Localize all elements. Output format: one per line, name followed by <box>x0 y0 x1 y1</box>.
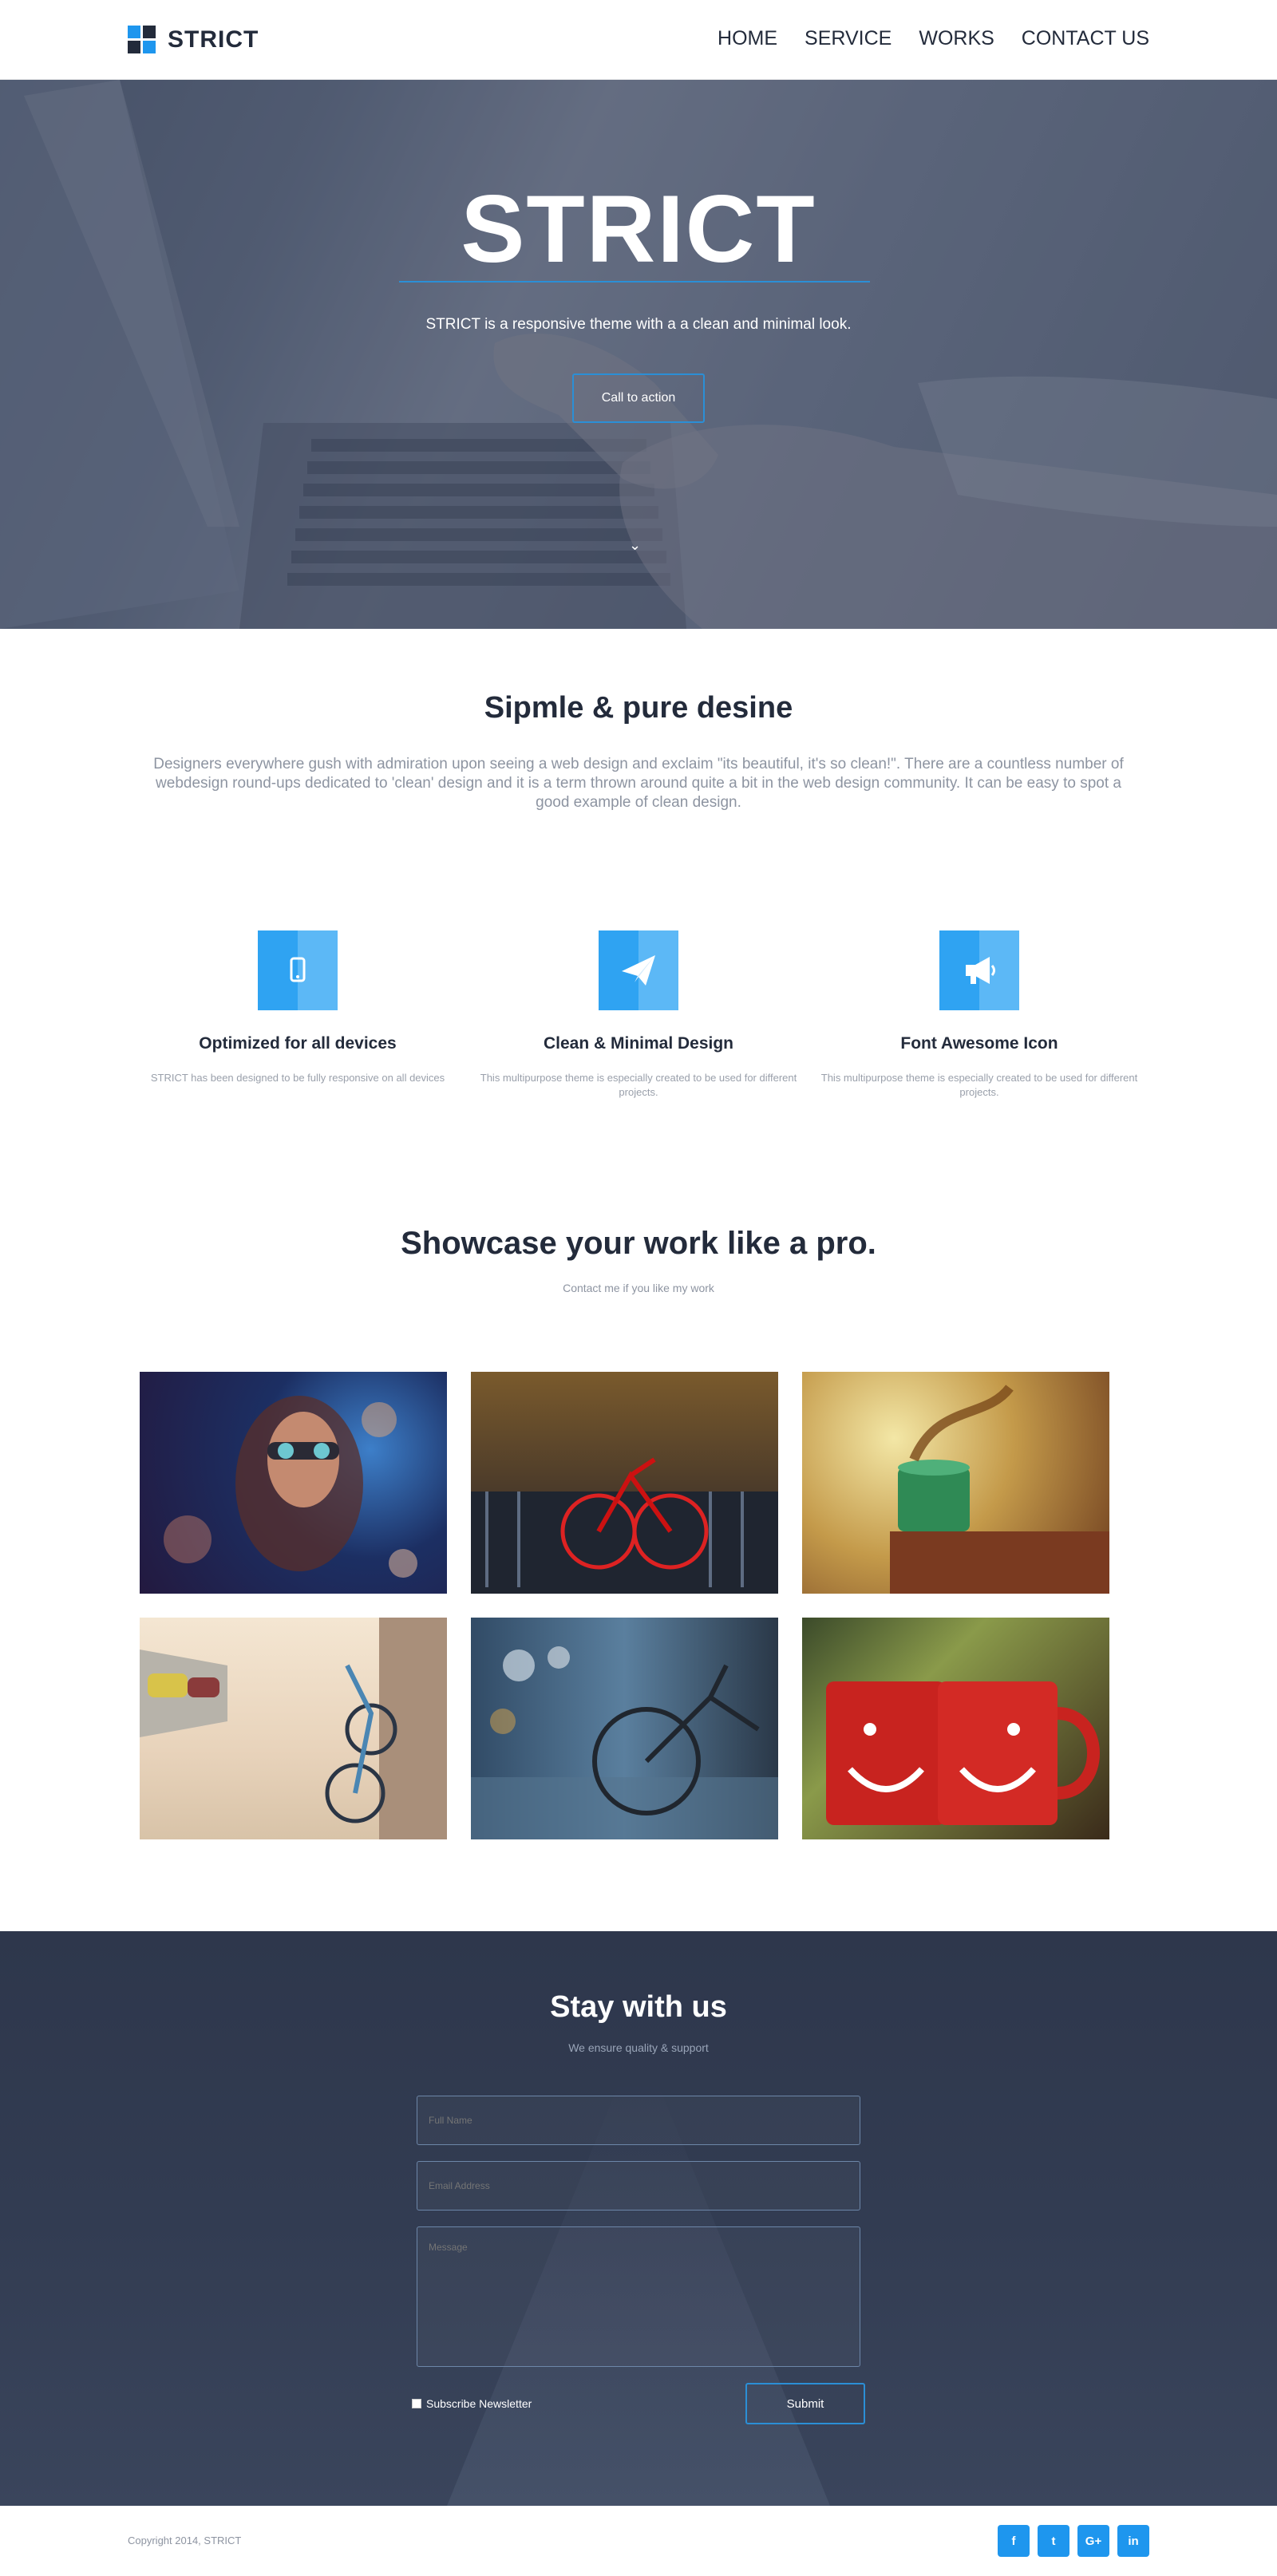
feature-devices: Optimized for all devices STRICT has bee… <box>130 930 465 1085</box>
call-to-action-button[interactable]: Call to action <box>572 373 705 423</box>
hero-title: STRICT <box>461 176 816 282</box>
feature-design: Clean & Minimal Design This multipurpose… <box>471 930 806 1100</box>
portfolio-item[interactable] <box>140 1372 447 1594</box>
showcase-subtitle: Contact me if you like my work <box>563 1282 714 1294</box>
portfolio-item[interactable] <box>140 1618 447 1839</box>
megaphone-icon <box>939 930 1019 1010</box>
contact-section: Stay with us We ensure quality & support… <box>0 1931 1277 2506</box>
social-links: f t G+ in <box>998 2525 1149 2557</box>
copyright-text: Copyright 2014, STRICT <box>128 2535 242 2546</box>
hero-section: STRICT STRICT is a responsive theme with… <box>0 80 1277 629</box>
portfolio-item[interactable] <box>471 1372 778 1594</box>
feature-title: Optimized for all devices <box>199 1034 397 1053</box>
portfolio-item[interactable] <box>471 1618 778 1839</box>
subscribe-checkbox[interactable]: Subscribe Newsletter <box>412 2397 532 2410</box>
hero-subtitle: STRICT is a responsive theme with a a cl… <box>425 316 852 333</box>
portfolio-image <box>471 1457 778 1594</box>
intro-text: Designers everywhere gush with admiratio… <box>153 756 1124 811</box>
chevron-down-icon[interactable]: ⌄ <box>629 537 641 554</box>
showcase-title: Showcase your work like a pro. <box>401 1226 876 1261</box>
brand-name: STRICT <box>168 26 259 53</box>
linkedin-icon[interactable]: in <box>1117 2525 1149 2557</box>
email-field[interactable] <box>417 2161 860 2211</box>
portfolio-image <box>140 1618 447 1839</box>
nav-contact-us[interactable]: CONTACT US <box>1022 27 1149 50</box>
brand-logo[interactable]: STRICT <box>128 26 259 54</box>
portfolio-image <box>471 1646 778 1839</box>
portfolio-image <box>826 1681 1100 1825</box>
page-footer: Copyright 2014, STRICT f t G+ in <box>0 2506 1277 2576</box>
twitter-icon[interactable]: t <box>1038 2525 1069 2557</box>
feature-text: This multipurpose theme is especially cr… <box>820 1072 1138 1098</box>
feature-text: STRICT has been designed to be fully res… <box>150 1072 445 1084</box>
checkbox-icon[interactable] <box>412 2399 421 2408</box>
feature-title: Clean & Minimal Design <box>543 1034 734 1053</box>
message-field[interactable] <box>417 2226 860 2367</box>
feature-icons: Font Awesome Icon This multipurpose them… <box>812 930 1147 1100</box>
feature-text: This multipurpose theme is especially cr… <box>480 1072 797 1098</box>
portfolio-item[interactable] <box>802 1618 1109 1839</box>
main-menu: HOME SERVICE WORKS CONTACT US <box>718 27 1149 50</box>
contact-subtitle: We ensure quality & support <box>568 2041 709 2054</box>
contact-title: Stay with us <box>550 1990 727 2024</box>
nav-service[interactable]: SERVICE <box>805 27 892 50</box>
nav-home[interactable]: HOME <box>718 27 777 50</box>
logo-squares-icon <box>128 26 156 54</box>
hero-divider <box>399 281 870 282</box>
fullname-field[interactable] <box>417 2096 860 2145</box>
portfolio-image <box>164 1396 417 1578</box>
submit-button[interactable]: Submit <box>745 2383 865 2424</box>
facebook-icon[interactable]: f <box>998 2525 1030 2557</box>
paper-plane-icon <box>599 930 678 1010</box>
mobile-icon <box>258 930 338 1010</box>
top-navbar: STRICT HOME SERVICE WORKS CONTACT US <box>0 0 1277 80</box>
google-plus-icon[interactable]: G+ <box>1077 2525 1109 2557</box>
nav-works[interactable]: WORKS <box>919 27 994 50</box>
intro-title: Sipmle & pure desine <box>484 691 793 725</box>
portfolio-item[interactable] <box>802 1372 1109 1594</box>
portfolio-image <box>890 1385 1109 1594</box>
subscribe-label: Subscribe Newsletter <box>426 2397 532 2410</box>
feature-title: Font Awesome Icon <box>900 1034 1058 1053</box>
